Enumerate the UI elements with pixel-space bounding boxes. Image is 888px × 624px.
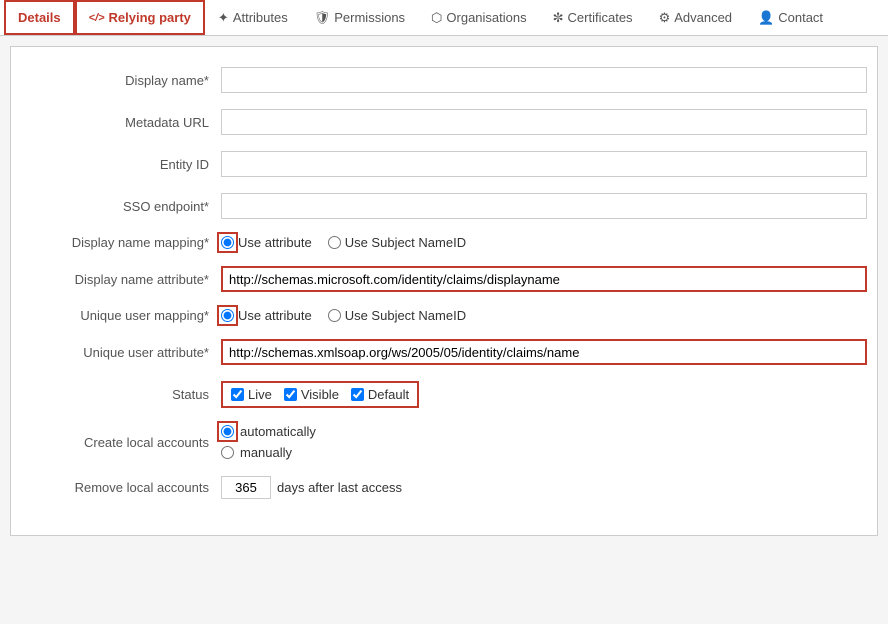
remove-local-accounts-control: days after last access: [221, 476, 867, 499]
display-name-mapping-use-attribute-text: Use attribute: [238, 235, 312, 250]
display-name-mapping-use-attribute-label[interactable]: Use attribute: [221, 235, 312, 250]
status-default-label[interactable]: Default: [351, 387, 409, 402]
create-accounts-group: automatically manually: [221, 424, 867, 460]
contact-icon: 👤: [758, 10, 774, 26]
sso-endpoint-row: SSO endpoint*: [21, 193, 867, 219]
entity-id-input[interactable]: [221, 151, 867, 177]
relying-party-icon: </>: [89, 12, 105, 24]
tab-organisations-label: Organisations: [446, 10, 526, 25]
tab-permissions-label: Permissions: [334, 10, 405, 25]
status-visible-text: Visible: [301, 387, 339, 402]
unique-user-mapping-row: Unique user mapping* Use attribute Use S…: [21, 308, 867, 323]
create-local-manually-text: manually: [240, 445, 292, 460]
create-local-manually-radio[interactable]: [221, 446, 234, 459]
tab-contact[interactable]: 👤 Contact: [745, 1, 836, 35]
tab-attributes-label: Attributes: [233, 10, 288, 25]
sso-endpoint-label: SSO endpoint*: [21, 199, 221, 214]
metadata-url-label: Metadata URL: [21, 115, 221, 130]
unique-user-mapping-use-attribute-label[interactable]: Use attribute: [221, 308, 312, 323]
status-row: Status Live Visible Default: [21, 381, 867, 408]
display-name-label: Display name*: [21, 73, 221, 88]
unique-user-attribute-input[interactable]: [221, 339, 867, 365]
status-live-checkbox[interactable]: [231, 388, 244, 401]
entity-id-control: [221, 151, 867, 177]
unique-user-mapping-use-subject-text: Use Subject NameID: [345, 308, 466, 323]
tab-details-label: Details: [18, 10, 61, 25]
metadata-url-row: Metadata URL: [21, 109, 867, 135]
create-local-automatically-text: automatically: [240, 424, 316, 439]
unique-user-mapping-label: Unique user mapping*: [21, 308, 221, 323]
unique-user-mapping-control: Use attribute Use Subject NameID: [221, 308, 867, 323]
display-name-mapping-radio-group: Use attribute Use Subject NameID: [221, 235, 867, 250]
create-local-automatically-label[interactable]: automatically: [221, 424, 867, 439]
status-checkbox-group: Live Visible Default: [221, 381, 419, 408]
sso-endpoint-input[interactable]: [221, 193, 867, 219]
display-name-attribute-input[interactable]: [221, 266, 867, 292]
entity-id-label: Entity ID: [21, 157, 221, 172]
display-name-mapping-use-attribute-radio[interactable]: [221, 236, 234, 249]
tab-certificates-label: Certificates: [568, 10, 633, 25]
status-control: Live Visible Default: [221, 381, 867, 408]
tab-bar: Details </> Relying party ✦ Attributes 🛡…: [0, 0, 888, 36]
sso-endpoint-control: [221, 193, 867, 219]
display-name-attribute-label: Display name attribute*: [21, 272, 221, 287]
unique-user-mapping-radio-group: Use attribute Use Subject NameID: [221, 308, 867, 323]
tab-advanced-label: Advanced: [674, 10, 732, 25]
unique-user-attribute-row: Unique user attribute*: [21, 339, 867, 365]
display-name-control: [221, 67, 867, 93]
create-local-accounts-label: Create local accounts: [21, 435, 221, 450]
create-local-automatically-radio[interactable]: [221, 425, 234, 438]
create-local-accounts-row: Create local accounts automatically manu…: [21, 424, 867, 460]
display-name-mapping-use-subject-label[interactable]: Use Subject NameID: [328, 235, 466, 250]
status-label: Status: [21, 387, 221, 402]
tab-contact-label: Contact: [778, 10, 823, 25]
tab-attributes[interactable]: ✦ Attributes: [205, 1, 301, 35]
status-visible-checkbox[interactable]: [284, 388, 297, 401]
tab-details[interactable]: Details: [4, 0, 75, 35]
unique-user-mapping-use-attribute-text: Use attribute: [238, 308, 312, 323]
status-live-label[interactable]: Live: [231, 387, 272, 402]
display-name-attribute-control: [221, 266, 867, 292]
remove-local-days-input[interactable]: [221, 476, 271, 499]
unique-user-attribute-control: [221, 339, 867, 365]
display-name-mapping-row: Display name mapping* Use attribute Use …: [21, 235, 867, 250]
unique-user-attribute-label: Unique user attribute*: [21, 345, 221, 360]
status-live-text: Live: [248, 387, 272, 402]
unique-user-mapping-use-subject-label[interactable]: Use Subject NameID: [328, 308, 466, 323]
tab-permissions[interactable]: 🛡 Permissions: [301, 1, 418, 35]
organisations-icon: ⬡: [431, 10, 442, 26]
unique-user-mapping-use-attribute-radio[interactable]: [221, 309, 234, 322]
entity-id-row: Entity ID: [21, 151, 867, 177]
tab-relying-party-label: Relying party: [109, 10, 191, 25]
status-visible-label[interactable]: Visible: [284, 387, 339, 402]
remove-local-accounts-label: Remove local accounts: [21, 480, 221, 495]
remove-local-group: days after last access: [221, 476, 867, 499]
form-content: Display name* Metadata URL Entity ID SSO…: [10, 46, 878, 536]
metadata-url-control: [221, 109, 867, 135]
display-name-row: Display name*: [21, 67, 867, 93]
display-name-input[interactable]: [221, 67, 867, 93]
tab-organisations[interactable]: ⬡ Organisations: [418, 1, 540, 35]
create-local-manually-label[interactable]: manually: [221, 445, 867, 460]
attributes-icon: ✦: [218, 10, 229, 26]
create-local-accounts-control: automatically manually: [221, 424, 867, 460]
unique-user-mapping-use-subject-radio[interactable]: [328, 309, 341, 322]
metadata-url-input[interactable]: [221, 109, 867, 135]
status-default-text: Default: [368, 387, 409, 402]
tab-advanced[interactable]: ⚙ Advanced: [646, 1, 745, 35]
display-name-mapping-use-subject-text: Use Subject NameID: [345, 235, 466, 250]
status-default-checkbox[interactable]: [351, 388, 364, 401]
display-name-attribute-row: Display name attribute*: [21, 266, 867, 292]
certificates-icon: ✼: [553, 10, 564, 26]
tab-relying-party[interactable]: </> Relying party: [75, 0, 205, 35]
permissions-icon: 🛡: [314, 10, 331, 26]
remove-local-accounts-row: Remove local accounts days after last ac…: [21, 476, 867, 499]
advanced-icon: ⚙: [659, 10, 671, 26]
display-name-mapping-control: Use attribute Use Subject NameID: [221, 235, 867, 250]
display-name-mapping-use-subject-radio[interactable]: [328, 236, 341, 249]
tab-certificates[interactable]: ✼ Certificates: [540, 1, 646, 35]
remove-local-suffix-text: days after last access: [277, 480, 402, 495]
display-name-mapping-label: Display name mapping*: [21, 235, 221, 250]
